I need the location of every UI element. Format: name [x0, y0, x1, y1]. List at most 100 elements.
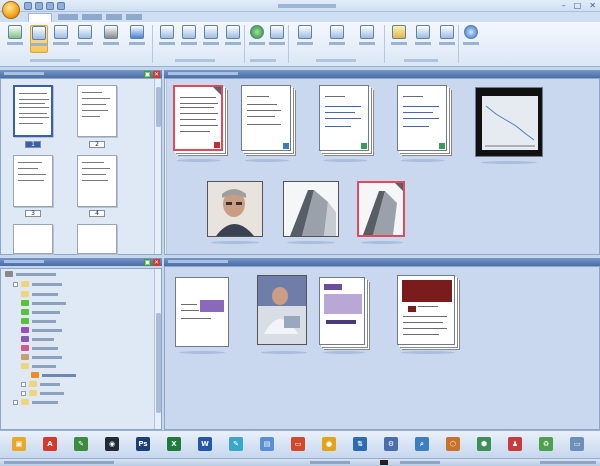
maximize-button[interactable]: □: [574, 1, 582, 10]
tab-3[interactable]: [82, 14, 102, 20]
tree-item[interactable]: [21, 309, 60, 315]
document-10-photo[interactable]: [257, 275, 307, 345]
send-button[interactable]: [268, 25, 286, 53]
folders-close-button[interactable]: ✕: [153, 259, 160, 266]
page-thumbnail-6[interactable]: [77, 224, 117, 254]
globe-app-icon[interactable]: ●: [322, 437, 336, 451]
properties-button[interactable]: [128, 25, 146, 53]
pane-close-button[interactable]: ✕: [153, 71, 160, 78]
layout-button[interactable]: [358, 25, 376, 53]
tree-item[interactable]: [21, 291, 58, 297]
document-7-building[interactable]: [283, 181, 339, 237]
info-icon: [130, 25, 144, 39]
users-app-icon[interactable]: ♟: [508, 437, 522, 451]
form-button[interactable]: [296, 25, 314, 53]
document-9[interactable]: [175, 277, 229, 347]
folder-tree-panel: [0, 268, 162, 430]
scan-app-icon[interactable]: ▭: [570, 437, 584, 451]
page-thumbnail-3[interactable]: [13, 155, 53, 207]
share-app-icon[interactable]: ⬢: [477, 437, 491, 451]
print-button[interactable]: [102, 25, 120, 53]
document-8-building-selected[interactable]: [357, 181, 405, 237]
document-4[interactable]: [397, 85, 447, 151]
page-thumbnail-2[interactable]: [77, 85, 117, 137]
tree-item-selected[interactable]: [31, 372, 76, 378]
folders-pane-header: ▣ ✕: [0, 258, 162, 266]
add-button[interactable]: [248, 25, 266, 53]
undo-icon[interactable]: [35, 2, 43, 10]
page-thumbnail-4[interactable]: [77, 155, 117, 207]
tab-2[interactable]: [58, 14, 78, 20]
tree-item[interactable]: [13, 399, 58, 405]
copy-button[interactable]: [438, 25, 456, 53]
tab-home[interactable]: [28, 13, 52, 22]
search-app-icon[interactable]: ⌕: [415, 437, 429, 451]
help-icon[interactable]: [57, 2, 65, 10]
convert-button[interactable]: [224, 25, 242, 53]
pdf-app-icon[interactable]: A: [43, 437, 57, 451]
document-1[interactable]: [173, 85, 223, 151]
document-2[interactable]: [241, 85, 291, 151]
thumbnails-pane-header: ▣ ✕: [0, 70, 162, 78]
calendar-icon: [160, 25, 174, 39]
image-button[interactable]: [180, 25, 198, 53]
close-button[interactable]: ✕: [589, 1, 596, 10]
form-icon: [298, 25, 312, 39]
folder-scrollbar[interactable]: [154, 269, 161, 429]
presentation-app-icon[interactable]: ▭: [291, 437, 305, 451]
thumbnails-scrollbar[interactable]: [154, 79, 161, 254]
folder-button[interactable]: [390, 25, 408, 53]
page-thumbnail-1[interactable]: [13, 85, 53, 137]
tree-item[interactable]: [21, 336, 54, 342]
save-icon[interactable]: [24, 2, 32, 10]
application-menu-button[interactable]: [2, 1, 20, 19]
camera-app-icon[interactable]: ◉: [105, 437, 119, 451]
photoshop-app-icon[interactable]: Ps: [136, 437, 150, 451]
document-5-chart[interactable]: [475, 87, 543, 157]
tree-item[interactable]: [21, 354, 62, 360]
documents-scrollbar[interactable]: [165, 79, 167, 254]
unstack-button[interactable]: [76, 25, 94, 53]
tree-root[interactable]: [5, 271, 56, 277]
minimize-button[interactable]: –: [562, 1, 566, 10]
document-3[interactable]: [319, 85, 369, 151]
ribbon-tabs: [0, 12, 600, 22]
scan-button[interactable]: [6, 25, 24, 53]
capture-button[interactable]: [328, 25, 346, 53]
edit-app-icon[interactable]: ✎: [229, 437, 243, 451]
document-12[interactable]: [397, 275, 455, 345]
tree-item[interactable]: [21, 363, 56, 369]
window-title: [278, 4, 336, 8]
tree-item[interactable]: [21, 300, 66, 306]
paint-app-icon[interactable]: ✎: [74, 437, 88, 451]
tree-item[interactable]: [21, 345, 58, 351]
ftp-app-icon[interactable]: ⇅: [353, 437, 367, 451]
pane-restore-button[interactable]: ▣: [144, 71, 151, 78]
tree-item[interactable]: [21, 381, 60, 387]
word-app-icon[interactable]: W: [198, 437, 212, 451]
tab-5[interactable]: [126, 14, 142, 20]
print-icon[interactable]: [46, 2, 54, 10]
document-app-icon[interactable]: ▤: [260, 437, 274, 451]
recycle-app-icon[interactable]: ♻: [539, 437, 553, 451]
web-button[interactable]: [462, 25, 480, 53]
stamp-app-icon[interactable]: ⬡: [446, 437, 460, 451]
page-thumbnail-5[interactable]: [13, 224, 53, 254]
table-button[interactable]: [414, 25, 432, 53]
page-view-button[interactable]: [30, 25, 48, 53]
tree-item[interactable]: [21, 390, 64, 396]
edit-button[interactable]: [202, 25, 220, 53]
calendar-button[interactable]: [158, 25, 176, 53]
stack-button[interactable]: [52, 25, 70, 53]
tree-item[interactable]: [21, 327, 62, 333]
excel-app-icon[interactable]: X: [167, 437, 181, 451]
document-6-portrait[interactable]: [207, 181, 263, 237]
tree-item[interactable]: [13, 281, 62, 287]
tab-4[interactable]: [106, 14, 122, 20]
folder-app-icon[interactable]: ▣: [12, 437, 26, 451]
stack-icon: [54, 25, 68, 39]
tree-item[interactable]: [21, 318, 56, 324]
document-11-brochure[interactable]: [319, 277, 365, 345]
network-app-icon[interactable]: ⚙: [384, 437, 398, 451]
folders-restore-button[interactable]: ▣: [144, 259, 151, 266]
